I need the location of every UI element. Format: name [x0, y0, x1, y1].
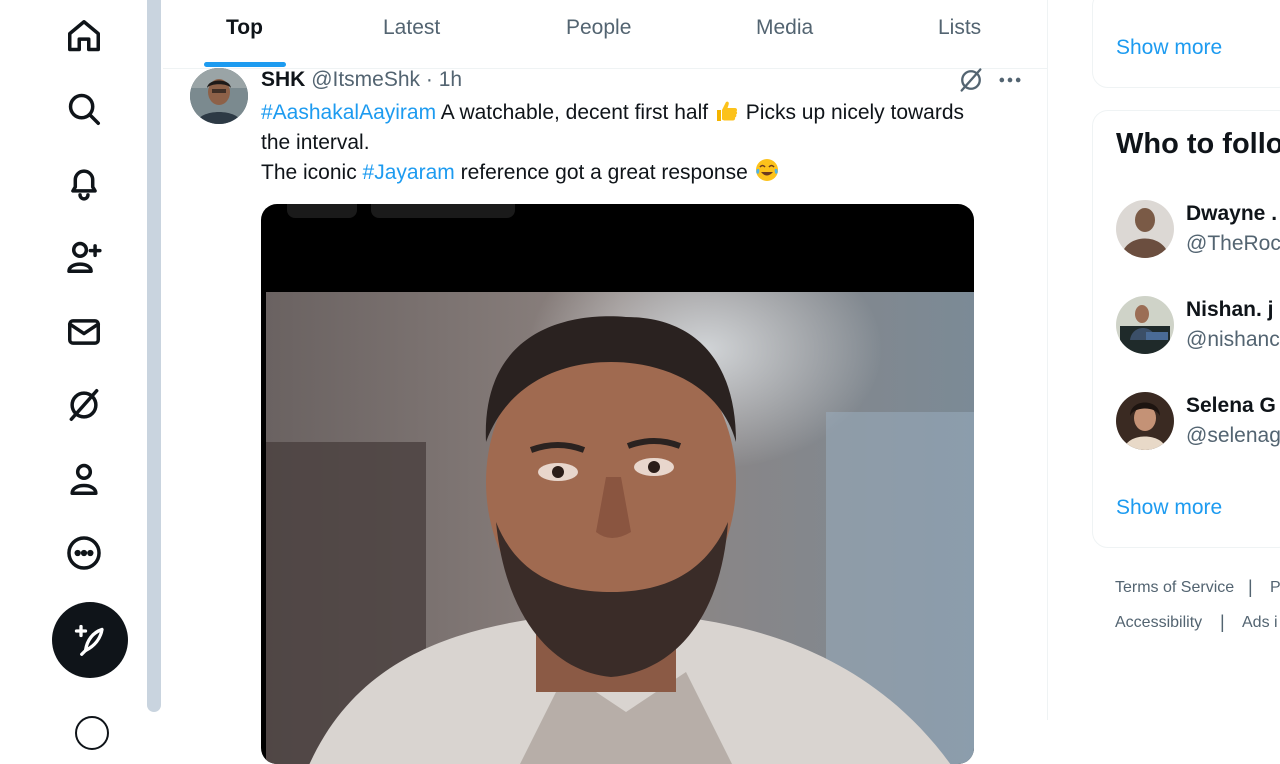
follow-suggestion[interactable]: Nishan. j @nishanc	[1116, 296, 1280, 356]
tears-of-joy-emoji-icon	[754, 157, 780, 181]
footer-separator: |	[1248, 577, 1253, 597]
tweet[interactable]: SHK @ItsmeShk · 1h #AashakalAayiram A wa…	[163, 66, 1047, 764]
avatar[interactable]	[190, 68, 248, 124]
scrollbar[interactable]	[147, 0, 161, 712]
follow-name[interactable]: Nishan. j	[1186, 298, 1274, 322]
compose-post-button[interactable]	[52, 602, 128, 678]
account-avatar-partial[interactable]	[75, 716, 109, 750]
grok-icon[interactable]	[957, 66, 985, 94]
add-person-icon[interactable]	[62, 235, 106, 279]
tab-lists[interactable]: Lists	[938, 16, 981, 40]
search-tabs: Top Latest People Media Lists	[163, 0, 1047, 69]
tab-media[interactable]: Media	[756, 16, 813, 40]
more-circle-icon[interactable]	[62, 531, 106, 575]
tweet-text: #AashakalAayiram A watchable, decent fir…	[261, 98, 981, 188]
follow-name[interactable]: Selena G	[1186, 394, 1276, 418]
follow-handle[interactable]: @TheRoc	[1186, 232, 1280, 256]
search-icon[interactable]	[62, 87, 106, 131]
tweet-time[interactable]: 1h	[439, 68, 462, 91]
tweet-author-handle[interactable]: @ItsmeShk	[311, 68, 420, 91]
avatar[interactable]	[1116, 296, 1174, 354]
tweet-text-part: The iconic	[261, 161, 363, 184]
follow-handle[interactable]: @selenag	[1186, 424, 1280, 448]
mail-icon[interactable]	[62, 310, 106, 354]
tweet-author-name[interactable]: SHK	[261, 68, 305, 91]
tab-latest[interactable]: Latest	[383, 16, 440, 40]
tweet-text-part: A watchable, decent first half	[436, 101, 714, 124]
tweet-media-video[interactable]	[261, 204, 974, 764]
main-timeline: Top Latest People Media Lists SHK @Itsme…	[163, 0, 1048, 764]
bell-icon[interactable]	[62, 161, 106, 205]
more-options-icon[interactable]	[996, 66, 1024, 94]
feather-plus-icon	[74, 624, 104, 656]
avatar[interactable]	[1116, 200, 1174, 258]
avatar[interactable]	[1116, 392, 1174, 450]
footer-privacy-link[interactable]: P	[1270, 579, 1280, 597]
video-frame-image	[266, 292, 974, 764]
footer-accessibility-link[interactable]: Accessibility	[1115, 614, 1202, 632]
media-overlay-pill	[371, 204, 515, 218]
hashtag-link[interactable]: #Jayaram	[363, 161, 455, 184]
follow-suggestion[interactable]: Selena G @selenag	[1116, 392, 1280, 452]
follow-name[interactable]: Dwayne .	[1186, 202, 1277, 226]
left-navigation	[0, 0, 146, 750]
hashtag-link[interactable]: #AashakalAayiram	[261, 101, 436, 124]
footer-ads-link[interactable]: Ads i	[1242, 614, 1278, 632]
tab-top[interactable]: Top	[226, 16, 263, 40]
follow-suggestion[interactable]: Dwayne . @TheRoc	[1116, 200, 1280, 260]
follow-handle[interactable]: @nishanc	[1186, 328, 1280, 352]
home-icon[interactable]	[62, 14, 106, 58]
footer-terms-link[interactable]: Terms of Service	[1115, 579, 1234, 597]
media-overlay-pill	[287, 204, 357, 218]
show-more-link[interactable]: Show more	[1116, 496, 1222, 520]
who-to-follow-title: Who to follo	[1116, 128, 1280, 160]
tweet-header: SHK @ItsmeShk · 1h	[261, 68, 462, 94]
thumbs-up-emoji-icon	[714, 99, 740, 123]
right-sidebar: Show more Who to follo Dwayne . @TheRoc …	[1092, 0, 1280, 720]
person-icon[interactable]	[62, 457, 106, 501]
tweet-separator: ·	[425, 68, 433, 91]
show-more-link[interactable]: Show more	[1116, 36, 1222, 60]
active-tab-indicator	[204, 62, 286, 67]
tweet-text-part: reference got a great response	[454, 161, 754, 184]
tab-people[interactable]: People	[566, 16, 631, 40]
grok-icon[interactable]	[62, 383, 106, 427]
footer-separator: |	[1220, 612, 1225, 632]
